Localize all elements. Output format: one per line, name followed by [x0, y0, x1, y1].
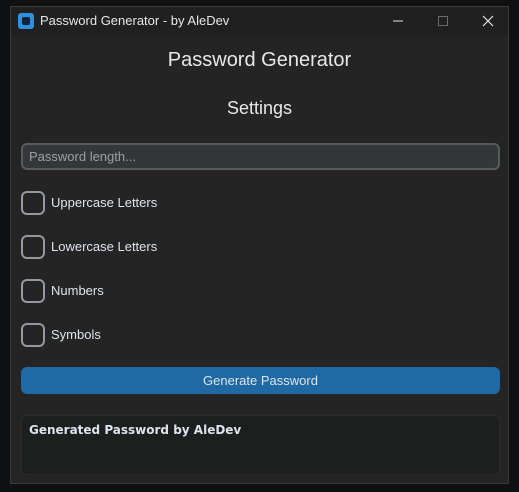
generated-password-output[interactable]: Generated Password by AleDev — [21, 415, 500, 475]
minimize-button[interactable] — [375, 7, 421, 35]
checkbox-label: Uppercase Letters — [51, 195, 158, 210]
checkbox-box[interactable] — [21, 235, 45, 259]
numbers-checkbox[interactable]: Numbers — [21, 279, 321, 303]
window-title: Password Generator - by AleDev — [40, 13, 230, 28]
symbols-checkbox[interactable]: Symbols — [21, 323, 321, 347]
close-icon — [482, 15, 494, 27]
checkbox-label: Symbols — [51, 327, 101, 342]
maximize-icon — [438, 16, 448, 26]
checkbox-box[interactable] — [21, 279, 45, 303]
lowercase-checkbox[interactable]: Lowercase Letters — [21, 235, 321, 259]
password-length-input[interactable] — [21, 143, 500, 170]
app-window: Password Generator - by AleDev Password … — [10, 6, 509, 484]
settings-heading: Settings — [226, 98, 293, 118]
maximize-button[interactable] — [420, 7, 466, 35]
generate-password-button[interactable]: Generate Password — [21, 367, 500, 394]
minimize-icon — [393, 20, 403, 22]
checkbox-label: Lowercase Letters — [51, 239, 158, 254]
close-button[interactable] — [465, 7, 508, 35]
checkbox-label: Numbers — [51, 283, 104, 298]
checkbox-box[interactable] — [21, 323, 45, 347]
uppercase-checkbox[interactable]: Uppercase Letters — [21, 191, 321, 215]
checkbox-box[interactable] — [21, 191, 45, 215]
page-title: Password Generator — [167, 49, 352, 71]
generated-password-text: Generated Password by AleDev — [29, 423, 242, 437]
title-bar[interactable]: Password Generator - by AleDev — [11, 7, 508, 35]
app-icon — [18, 13, 34, 29]
